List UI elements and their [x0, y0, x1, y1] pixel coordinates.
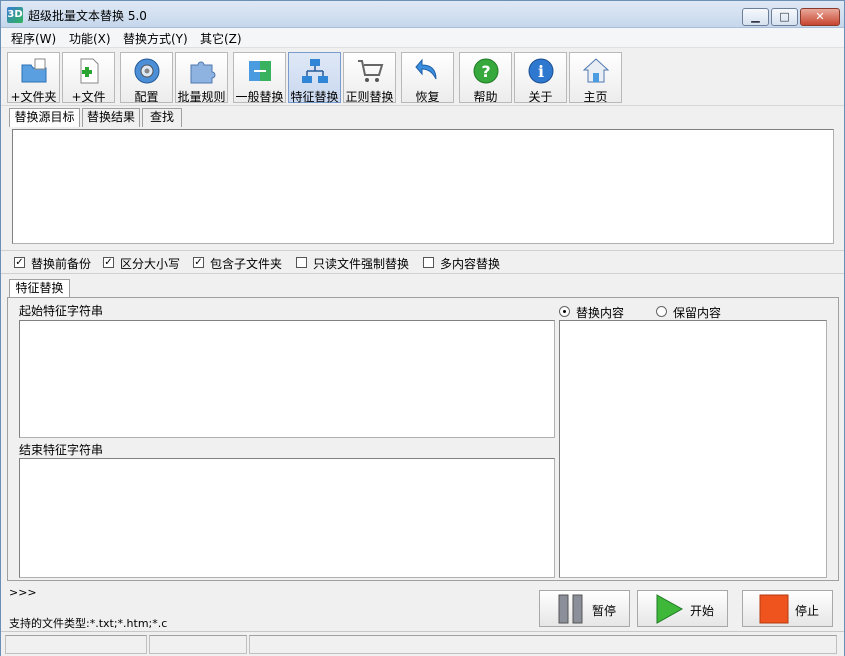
toolbar-label: +文件夹 [10, 90, 57, 104]
status-cell-2 [149, 635, 247, 654]
case-sensitive-label: 区分大小写 [120, 257, 181, 271]
include-subfolders-label: 包含子文件夹 [210, 257, 283, 271]
status-cell-3 [249, 635, 837, 654]
stop-icon [759, 594, 789, 624]
toolbar-label: +文件 [71, 90, 106, 104]
status-bar [1, 631, 844, 656]
tab-replace-result[interactable]: 替换结果 [82, 108, 140, 127]
keep-content-label: 保留内容 [673, 306, 722, 320]
close-button[interactable]: ✕ [800, 8, 840, 26]
end-string-label: 结束特征字符串 [19, 443, 104, 457]
svg-text:?: ? [481, 62, 490, 81]
menu-program[interactable]: 程序(W) [11, 30, 56, 47]
stop-button[interactable]: 停止 [742, 590, 833, 627]
play-icon [656, 594, 684, 624]
normal-replace-button[interactable]: 一般替换 [233, 52, 286, 104]
minimize-button[interactable]: ▁ [742, 8, 769, 26]
toolbar-label: 正则替换 [345, 90, 394, 104]
puzzle-icon [190, 61, 216, 84]
toolbar-label: 关于 [528, 90, 553, 104]
checkbox-box [423, 257, 434, 268]
gear-icon [134, 58, 160, 84]
source-target-list[interactable] [12, 129, 834, 244]
file-add-icon [80, 58, 99, 84]
replace-content-label: 替换内容 [576, 306, 625, 320]
help-icon: ? [473, 58, 499, 84]
batch-rules-button[interactable]: 批量规则 [175, 52, 228, 104]
regex-replace-button[interactable]: 正则替换 [343, 52, 396, 104]
stop-label: 停止 [795, 604, 820, 618]
pause-button[interactable]: 暂停 [539, 590, 630, 627]
toolbar: +文件夹 +文件 配置 批量规则 一般替换 特征替换 正则替换 恢复 ? 帮助 … [1, 49, 844, 106]
tab-find[interactable]: 查找 [142, 108, 182, 127]
app-window: 3D 超级批量文本替换 5.0 ▁ □ ✕ 程序(W) 功能(X) 替换方式(Y… [0, 0, 845, 656]
menu-bar: 程序(W) 功能(X) 替换方式(Y) 其它(Z) [1, 28, 844, 48]
add-file-button[interactable]: +文件 [62, 52, 115, 104]
folder-add-icon [21, 58, 47, 83]
options-bar: ✓ 替换前备份 ✓ 区分大小写 ✓ 包含子文件夹 只读文件强制替换 多内容替换 [1, 250, 844, 274]
tab-feature-replace[interactable]: 特征替换 [9, 279, 70, 298]
menu-other[interactable]: 其它(Z) [200, 30, 242, 47]
pause-icon [558, 594, 583, 624]
check-icon: ✓ [103, 257, 114, 268]
menu-function[interactable]: 功能(X) [69, 30, 111, 47]
maximize-button[interactable]: □ [771, 8, 798, 26]
supported-types: 支持的文件类型:*.txt;*.htm;*.c [9, 617, 168, 630]
start-button[interactable]: 开始 [637, 590, 728, 627]
toolbar-label: 配置 [134, 90, 159, 104]
check-icon: ✓ [14, 257, 25, 268]
toolbar-label: 帮助 [473, 90, 498, 104]
start-string-label: 起始特征字符串 [19, 304, 104, 318]
radio-dot [656, 306, 667, 317]
network-icon [302, 59, 328, 83]
tab-replace-source[interactable]: 替换源目标 [9, 108, 80, 127]
toolbar-label: 特征替换 [290, 90, 339, 104]
home-icon [582, 58, 610, 83]
toolbar-label: 批量规则 [177, 90, 226, 104]
backup-label: 替换前备份 [31, 257, 92, 271]
start-label: 开始 [690, 604, 715, 618]
app-logo-icon: 3D [7, 7, 23, 23]
replacement-text-input[interactable] [559, 320, 827, 578]
menu-replace-mode[interactable]: 替换方式(Y) [123, 30, 188, 47]
title-bar[interactable]: 3D 超级批量文本替换 5.0 ▁ □ ✕ [1, 1, 844, 28]
help-button[interactable]: ? 帮助 [459, 52, 512, 104]
cart-icon [358, 60, 384, 82]
toolbar-label: 恢复 [415, 90, 440, 104]
check-icon: ✓ [193, 257, 204, 268]
config-button[interactable]: 配置 [120, 52, 173, 104]
restore-button[interactable]: 恢复 [401, 52, 454, 104]
info-icon: i [528, 58, 554, 84]
about-button[interactable]: i 关于 [514, 52, 567, 104]
toolbar-label: 一般替换 [235, 90, 284, 104]
swap-icon [249, 61, 271, 81]
undo-icon [415, 58, 437, 80]
window-title: 超级批量文本替换 5.0 [28, 9, 147, 23]
homepage-button[interactable]: 主页 [569, 52, 622, 104]
pause-label: 暂停 [592, 604, 617, 618]
end-string-input[interactable] [19, 458, 555, 578]
multi-content-label: 多内容替换 [440, 257, 501, 271]
feature-replace-button[interactable]: 特征替换 [288, 52, 341, 104]
start-string-input[interactable] [19, 320, 555, 438]
log-prompt: >>> [9, 586, 37, 599]
status-cell-1 [5, 635, 147, 654]
checkbox-box [296, 257, 307, 268]
force-readonly-label: 只读文件强制替换 [313, 257, 410, 271]
svg-text:i: i [538, 62, 544, 81]
add-folder-button[interactable]: +文件夹 [7, 52, 60, 104]
toolbar-label: 主页 [583, 90, 608, 104]
radio-dot [559, 306, 570, 317]
